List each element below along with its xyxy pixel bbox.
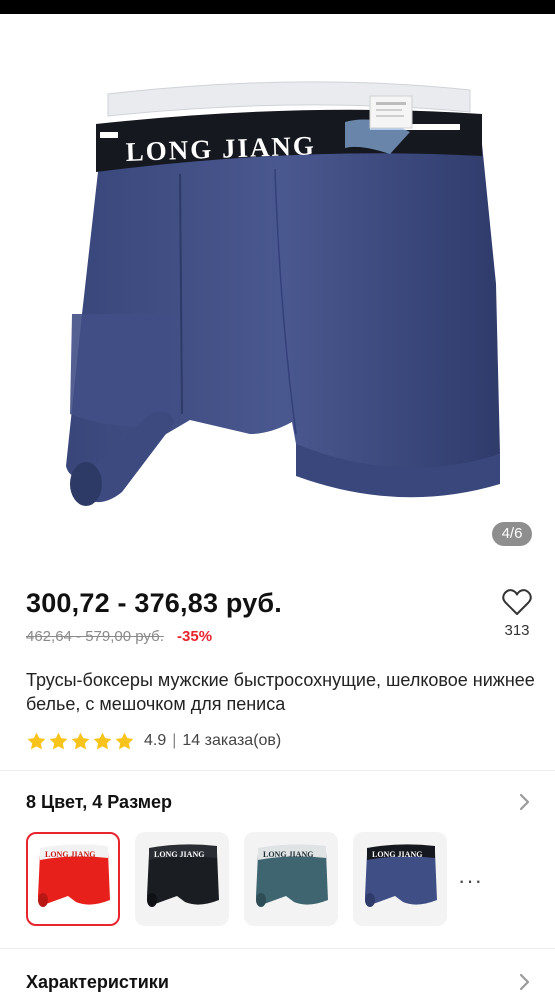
old-price-row: 462,64 - 579,00 руб. -35%: [26, 628, 476, 645]
swatch-navy-image: LONG JIANG: [365, 844, 437, 907]
heart-outline-icon: [502, 589, 532, 615]
swatch-teal[interactable]: LONG JIANG: [244, 832, 338, 926]
orders-count: 14 заказа(ов): [182, 732, 282, 749]
old-price: 462,64 - 579,00 руб.: [26, 628, 164, 645]
divider: [0, 770, 555, 771]
star-icon: [71, 732, 90, 749]
swatch-black[interactable]: LONG JIANG: [135, 832, 229, 926]
star-icon: [49, 732, 68, 749]
color-swatches: LONG JIANG LONG JIANG LONG JIANG LONG JI…: [26, 832, 447, 926]
rating-stars: [26, 731, 135, 752]
wishlist-count: 313: [504, 622, 530, 639]
product-image: LONG JIANG: [66, 81, 500, 506]
rating-value: 4.9: [144, 732, 167, 749]
swatch-navy[interactable]: LONG JIANG: [353, 832, 447, 926]
svg-text:LONG JIANG: LONG JIANG: [45, 850, 95, 859]
image-page-indicator: 4/6: [492, 522, 532, 546]
status-bar: [0, 0, 555, 14]
svg-text:LONG JIANG: LONG JIANG: [154, 850, 204, 859]
specifications-label: Характеристики: [26, 972, 169, 992]
discount-badge: -35%: [177, 628, 213, 645]
wishlist-button[interactable]: 313: [499, 588, 535, 639]
more-swatches-indicator[interactable]: ···: [458, 868, 483, 894]
svg-text:LONG JIANG: LONG JIANG: [372, 850, 422, 859]
divider: [0, 948, 555, 949]
swatch-red-image: LONG JIANG: [38, 844, 110, 907]
swatch-teal-image: LONG JIANG: [256, 844, 328, 907]
star-icon: [115, 732, 134, 749]
product-image-gallery[interactable]: LONG JIANG 4/6: [0, 14, 555, 564]
star-icon: [27, 732, 46, 749]
options-selector[interactable]: 8 Цвет, 4 Размер: [26, 790, 536, 814]
current-price: 300,72 - 376,83 руб.: [26, 588, 282, 618]
options-label: 8 Цвет, 4 Размер: [26, 792, 173, 812]
rating-row[interactable]: 4.9 | 14 заказа(ов): [26, 730, 281, 752]
swatch-red[interactable]: LONG JIANG: [26, 832, 120, 926]
swatch-black-image: LONG JIANG: [147, 844, 219, 907]
product-title: Трусы-боксеры мужские быстросохнущие, ше…: [26, 670, 535, 714]
price-block: 300,72 - 376,83 руб. 462,64 - 579,00 руб…: [26, 588, 476, 645]
chevron-right-icon: [519, 793, 530, 811]
specifications-row[interactable]: Характеристики: [26, 970, 536, 994]
chevron-right-icon: [519, 973, 530, 991]
rating-separator: |: [172, 732, 177, 749]
star-icon: [93, 732, 112, 749]
svg-text:LONG JIANG: LONG JIANG: [263, 850, 313, 859]
